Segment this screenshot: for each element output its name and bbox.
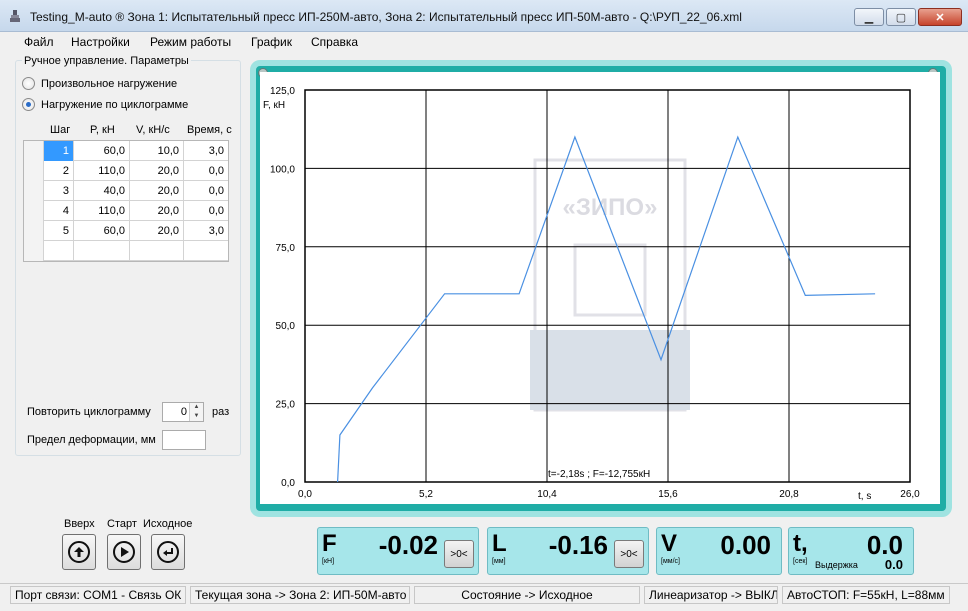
table-row[interactable]: 2 110,0 20,0 0,0 <box>24 161 228 181</box>
cell-v[interactable]: 20,0 <box>130 201 184 221</box>
displacement-readout: L [мм] -0.16 >0< <box>487 527 649 575</box>
params-group-title: Ручное управление. Параметры <box>22 55 191 67</box>
force-zero-button[interactable]: >0< <box>444 540 474 568</box>
velocity-value: 0.00 <box>720 530 771 560</box>
deform-field[interactable] <box>162 430 206 450</box>
radio-free-loading[interactable]: Произвольное нагружение <box>22 77 177 90</box>
cell-step[interactable]: 5 <box>44 221 74 241</box>
menu-help[interactable]: Справка <box>311 35 358 49</box>
cell-p[interactable]: 110,0 <box>74 161 130 181</box>
cell-time[interactable]: 0,0 <box>184 201 228 221</box>
cell-p[interactable]: 40,0 <box>74 181 130 201</box>
hold-value: 0.0 <box>884 557 903 572</box>
velocity-readout: V [мм/с] 0.00 <box>656 527 782 575</box>
spin-arrows-icon[interactable]: ▲ ▼ <box>189 403 203 421</box>
cell-v[interactable]: 20,0 <box>130 221 184 241</box>
status-autostop: АвтоСТОП: F=55кН, L=88мм <box>782 586 950 604</box>
time-unit: [сек] <box>793 558 808 565</box>
table-row[interactable]: 4 110,0 20,0 0,0 <box>24 201 228 221</box>
displacement-zero-button[interactable]: >0< <box>614 540 644 568</box>
cell-v[interactable]: 10,0 <box>130 141 184 161</box>
status-zone: Текущая зона -> Зона 2: ИП-50М-авто <box>190 586 410 604</box>
cell-p[interactable]: 60,0 <box>74 141 130 161</box>
velocity-letter: V <box>661 530 678 557</box>
plot-background <box>260 72 940 504</box>
start-button[interactable] <box>107 534 141 570</box>
status-port: Порт связи: COM1 - Связь ОК <box>10 586 186 604</box>
radio-cyclogram-indicator[interactable] <box>22 98 35 111</box>
minimize-button[interactable]: ▁ <box>854 8 884 26</box>
cell-time[interactable]: 0,0 <box>184 161 228 181</box>
force-unit: [кН] <box>322 558 335 565</box>
arrow-up-icon <box>68 541 90 563</box>
menu-mode[interactable]: Режим работы <box>150 35 231 49</box>
time-readout: t, [сек] 0.0 Выдержка 0.0 <box>788 527 914 575</box>
hold-label: Выдержка <box>815 560 858 570</box>
return-icon <box>157 541 179 563</box>
displacement-unit: [мм] <box>492 558 506 565</box>
cell-time[interactable]: 3,0 <box>184 221 228 241</box>
displacement-value: -0.16 <box>548 530 608 560</box>
menu-settings[interactable]: Настройки <box>71 35 130 49</box>
start-label: Старт <box>107 518 137 530</box>
menu-file[interactable]: Файл <box>24 35 54 49</box>
displacement-letter: L <box>492 530 507 557</box>
home-label: Исходное <box>143 518 193 530</box>
table-row-new[interactable] <box>24 241 228 261</box>
cell-time[interactable]: 0,0 <box>184 181 228 201</box>
radio-cyclogram-loading[interactable]: Нагружение по циклограмме <box>22 98 188 111</box>
minimize-icon: ▁ <box>864 11 874 24</box>
cell-time[interactable]: 3,0 <box>184 141 228 161</box>
col-step: Шаг <box>50 124 71 136</box>
cell-p[interactable]: 60,0 <box>74 221 130 241</box>
radio-free-indicator[interactable] <box>22 77 35 90</box>
col-time: Время, с <box>187 124 232 136</box>
repeat-label: Повторить циклограмму <box>27 406 151 418</box>
force-letter: F <box>322 530 337 557</box>
col-p: P, кН <box>90 124 115 136</box>
radio-cyclogram-label: Нагружение по циклограмме <box>41 98 189 111</box>
maximize-icon: ▢ <box>895 11 907 24</box>
cell-v[interactable]: 20,0 <box>130 161 184 181</box>
status-state: Состояние -> Исходное <box>414 586 640 604</box>
up-button[interactable] <box>62 534 96 570</box>
up-label: Вверх <box>64 518 95 530</box>
cell-step[interactable]: 2 <box>44 161 74 181</box>
menu-graph[interactable]: График <box>251 35 292 49</box>
status-bar: Порт связи: COM1 - Связь ОК Текущая зона… <box>0 583 968 605</box>
cell-step[interactable]: 3 <box>44 181 74 201</box>
time-letter: t, <box>793 530 808 557</box>
menu-bar: Файл Настройки Режим работы График Справ… <box>0 32 968 52</box>
col-v: V, кН/с <box>136 124 170 136</box>
cell-p[interactable]: 110,0 <box>74 201 130 221</box>
cell-step[interactable]: 4 <box>44 201 74 221</box>
table-row[interactable]: 5 60,0 20,0 3,0 <box>24 221 228 241</box>
play-icon <box>113 541 135 563</box>
radio-free-label: Произвольное нагружение <box>41 77 178 90</box>
table-row[interactable]: 1 60,0 10,0 3,0 <box>24 141 228 161</box>
cell-v[interactable]: 20,0 <box>130 181 184 201</box>
close-button[interactable]: ✕ <box>918 8 962 26</box>
window-title: Testing_M-auto ® Зона 1: Испытательный п… <box>30 10 742 24</box>
velocity-unit: [мм/с] <box>661 558 680 565</box>
cyclogram-table[interactable]: 1 60,0 10,0 3,0 2 110,0 20,0 0,0 3 40,0 … <box>23 140 229 262</box>
force-readout: F [кН] -0.02 >0< <box>317 527 479 575</box>
cell-step[interactable]: 1 <box>44 141 74 161</box>
deform-label: Предел деформации, мм <box>27 434 156 446</box>
repeat-stepper[interactable]: 0 ▲ ▼ <box>162 402 204 422</box>
app-icon <box>10 10 20 22</box>
home-button[interactable] <box>151 534 185 570</box>
title-bar: Testing_M-auto ® Зона 1: Испытательный п… <box>0 0 968 32</box>
force-value: -0.02 <box>378 530 438 560</box>
maximize-button[interactable]: ▢ <box>886 8 916 26</box>
close-icon: ✕ <box>935 11 945 24</box>
status-linearizer: Линеаризатор -> ВЫКЛ <box>644 586 778 604</box>
table-row[interactable]: 3 40,0 20,0 0,0 <box>24 181 228 201</box>
repeat-value[interactable]: 0 <box>181 406 187 418</box>
repeat-unit: раз <box>212 406 230 418</box>
